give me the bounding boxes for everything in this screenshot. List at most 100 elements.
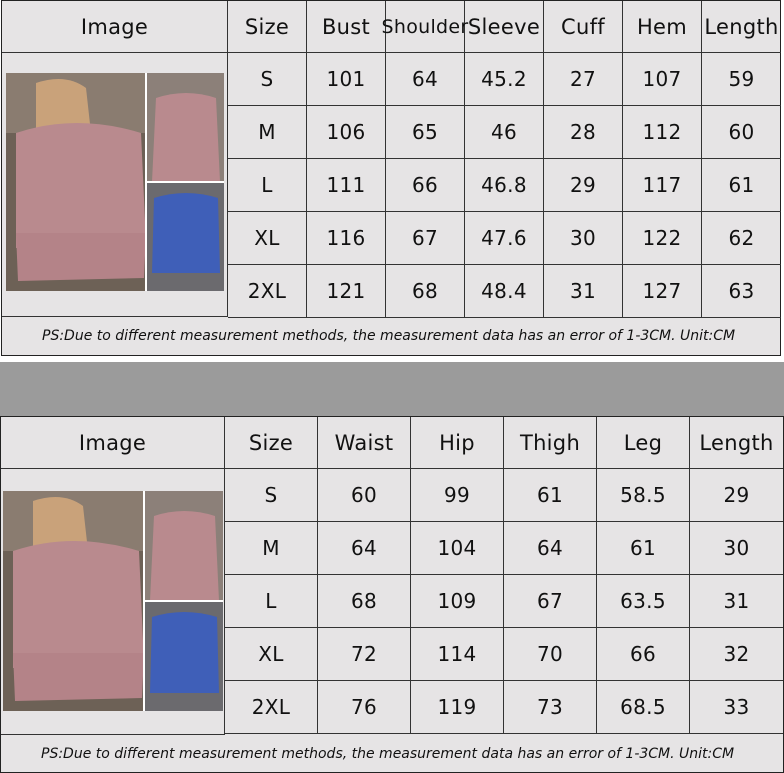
table-row: L 111 66 46.8 29 117 61 [228,159,781,212]
product-photo [3,491,223,711]
value-cell: 64 [504,522,597,575]
value-cell: 111 [307,159,386,212]
bottom-image-cell [1,469,225,735]
value-cell: 48.4 [465,265,544,318]
header-size: Size [225,417,318,469]
value-cell: 64 [318,522,411,575]
product-photo [6,73,224,291]
value-cell: 63 [702,265,781,318]
size-cell: 2XL [228,265,307,318]
value-cell: 107 [623,53,702,106]
value-cell: 46 [465,106,544,159]
table-row: M 106 65 46 28 112 60 [228,106,781,159]
table-row: M 64 104 64 61 30 [225,522,783,575]
header-sleeve: Sleeve [465,1,544,53]
value-cell: 121 [307,265,386,318]
bottom-header-row: Image Size Waist Hip Thigh Leg Length [1,417,783,469]
table-row: 2XL 121 68 48.4 31 127 63 [228,265,781,318]
size-cell: 2XL [225,681,318,734]
value-cell: 68.5 [597,681,690,734]
value-cell: 46.8 [465,159,544,212]
value-cell: 112 [623,106,702,159]
header-image: Image [2,1,228,53]
value-cell: 68 [386,265,465,318]
value-cell: 99 [411,469,504,522]
value-cell: 65 [386,106,465,159]
value-cell: 61 [504,469,597,522]
value-cell: 122 [623,212,702,265]
value-cell: 117 [623,159,702,212]
value-cell: 31 [690,575,783,628]
value-cell: 114 [411,628,504,681]
value-cell: 47.6 [465,212,544,265]
value-cell: 58.5 [597,469,690,522]
value-cell: 64 [386,53,465,106]
size-cell: XL [225,628,318,681]
value-cell: 62 [702,212,781,265]
header-hem: Hem [623,1,702,53]
header-size: Size [228,1,307,53]
table-row: XL 116 67 47.6 30 122 62 [228,212,781,265]
top-image-cell [2,53,228,317]
value-cell: 68 [318,575,411,628]
value-cell: 67 [386,212,465,265]
header-leg: Leg [597,417,690,469]
separator-band [0,362,784,416]
value-cell: 76 [318,681,411,734]
size-cell: L [228,159,307,212]
value-cell: 109 [411,575,504,628]
header-waist: Waist [318,417,411,469]
value-cell: 61 [597,522,690,575]
header-hip: Hip [411,417,504,469]
bottom-size-table: Image Size Waist Hip Thigh Leg Length S6 [0,416,784,773]
value-cell: 104 [411,522,504,575]
header-length: Length [690,417,783,469]
value-cell: 31 [544,265,623,318]
header-bust: Bust [307,1,386,53]
value-cell: 63.5 [597,575,690,628]
value-cell: 127 [623,265,702,318]
value-cell: 106 [307,106,386,159]
size-cell: S [225,469,318,522]
value-cell: 70 [504,628,597,681]
table-row: S 101 64 45.2 27 107 59 [228,53,781,106]
value-cell: 60 [702,106,781,159]
header-shoulder: Shoulder [382,1,468,53]
value-cell: 61 [702,159,781,212]
header-cuff: Cuff [544,1,623,53]
value-cell: 30 [544,212,623,265]
value-cell: 72 [318,628,411,681]
header-image: Image [1,417,225,469]
header-length: Length [702,1,781,53]
table-row: XL 72 114 70 66 32 [225,628,783,681]
top-header-row: Image Size Bust Shoulder Sleeve Cuff Hem… [2,1,781,53]
value-cell: 59 [702,53,781,106]
top-note: PS:Due to different measurement methods,… [42,328,736,344]
value-cell: 73 [504,681,597,734]
value-cell: 60 [318,469,411,522]
value-cell: 66 [386,159,465,212]
table-row: S 60 99 61 58.5 29 [225,469,783,522]
size-cell: S [228,53,307,106]
value-cell: 101 [307,53,386,106]
size-cell: M [225,522,318,575]
value-cell: 28 [544,106,623,159]
top-size-table: Image Size Bust Shoulder Sleeve Cuff Hem… [1,0,781,356]
value-cell: 29 [544,159,623,212]
size-cell: XL [228,212,307,265]
bottom-note: PS:Due to different measurement methods,… [41,746,735,762]
value-cell: 29 [690,469,783,522]
value-cell: 116 [307,212,386,265]
size-cell: M [228,106,307,159]
value-cell: 45.2 [465,53,544,106]
table-row: L 68 109 67 63.5 31 [225,575,783,628]
header-thigh: Thigh [504,417,597,469]
value-cell: 27 [544,53,623,106]
value-cell: 32 [690,628,783,681]
value-cell: 66 [597,628,690,681]
value-cell: 119 [411,681,504,734]
value-cell: 30 [690,522,783,575]
value-cell: 33 [690,681,783,734]
size-cell: L [225,575,318,628]
value-cell: 67 [504,575,597,628]
